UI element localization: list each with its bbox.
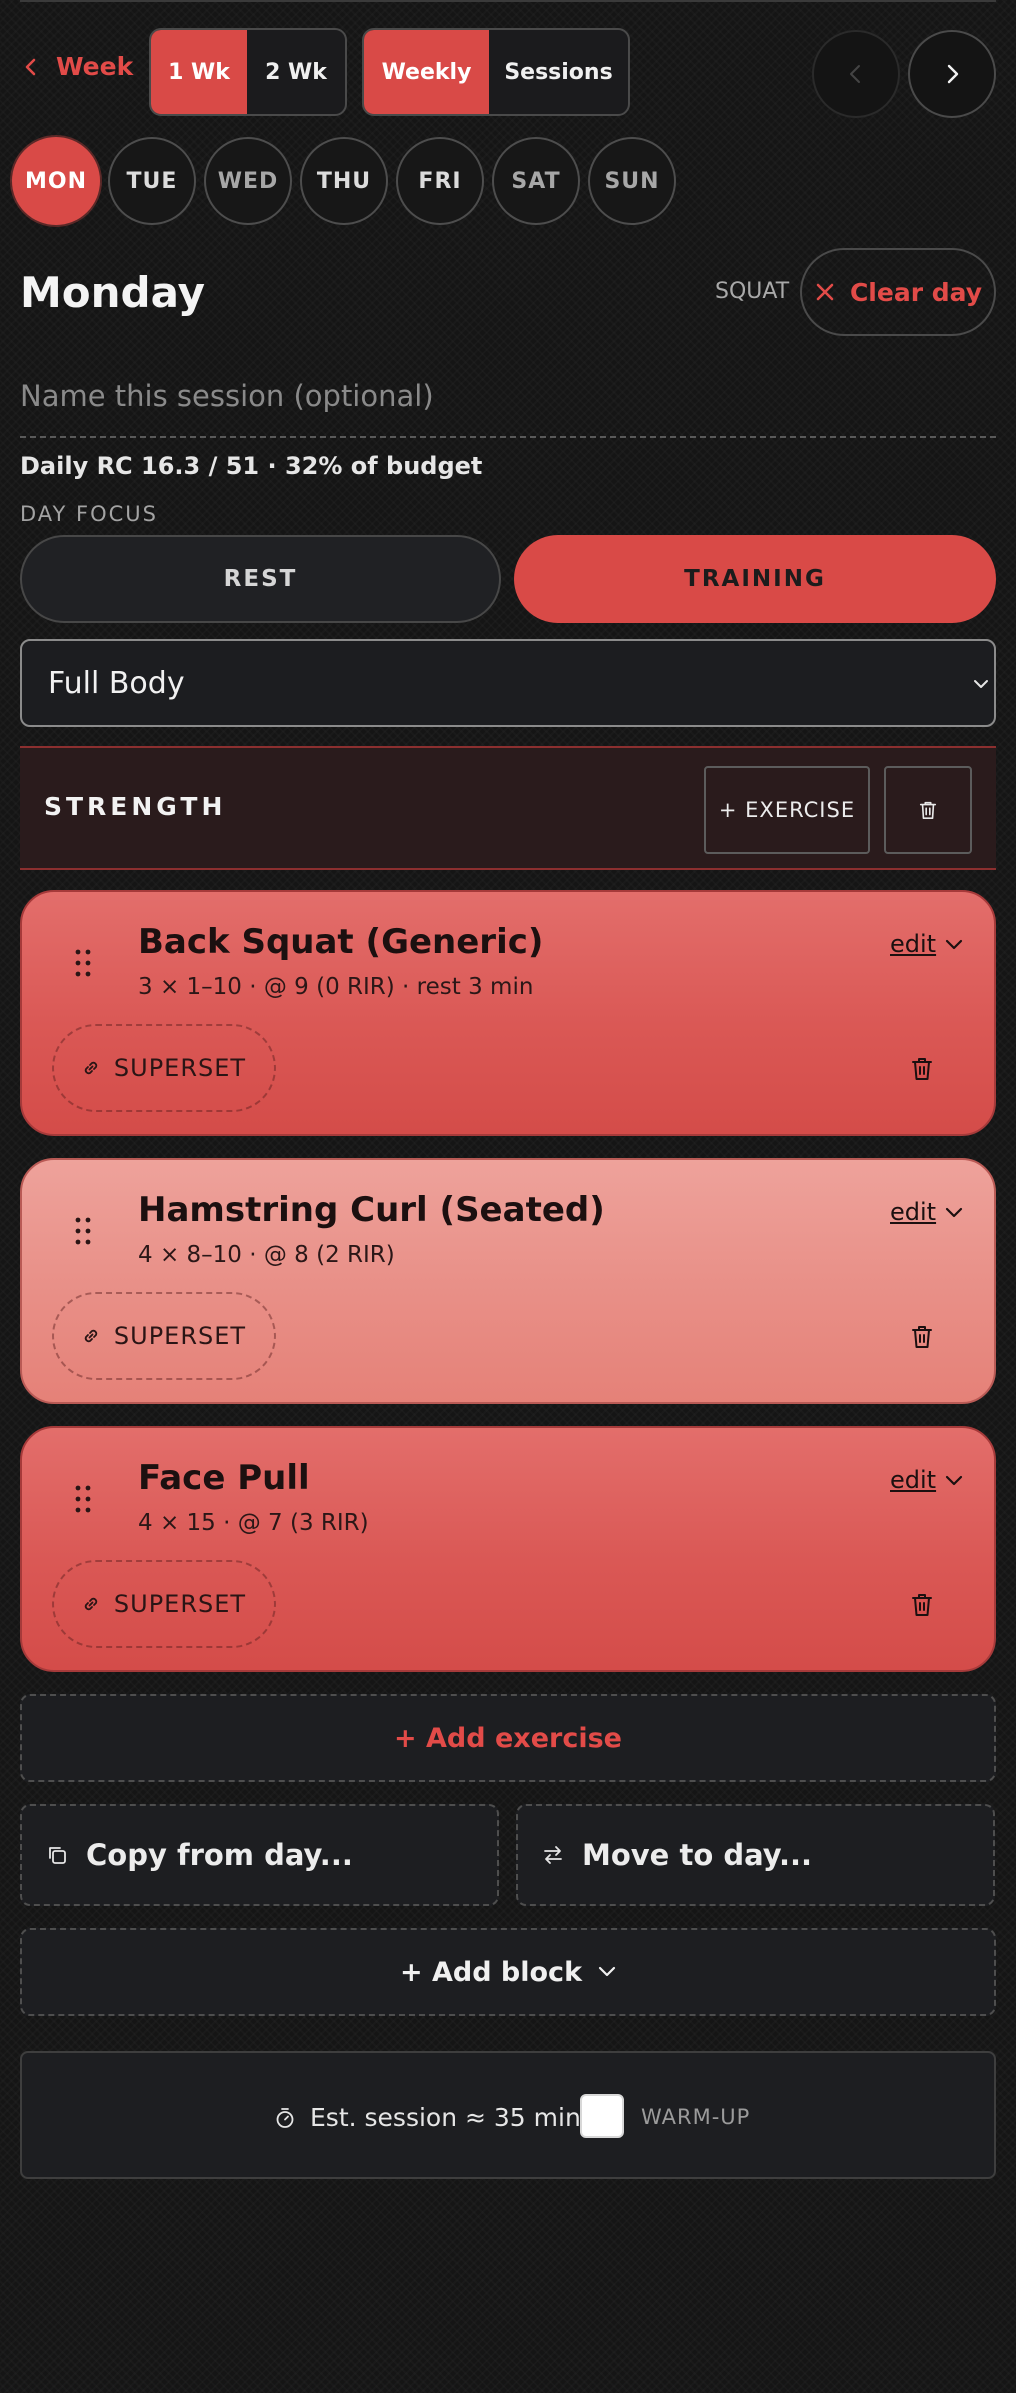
focus-rest-button[interactable]: REST: [20, 535, 501, 623]
drag-handle-icon[interactable]: [74, 1216, 92, 1246]
drag-handle-icon[interactable]: [74, 1484, 92, 1514]
copy-icon: [49, 1847, 66, 1864]
previous-day-button[interactable]: [812, 30, 900, 118]
chevron-down-icon[interactable]: [944, 938, 964, 952]
block-add-exercise-button[interactable]: + EXERCISE: [704, 766, 870, 854]
clear-day-label: Clear day: [849, 277, 983, 307]
span-2wk-option[interactable]: 2 Wk: [247, 30, 345, 114]
trash-icon[interactable]: [910, 1324, 934, 1350]
day-tag: SQUAT: [715, 279, 790, 304]
superset-button[interactable]: SUPERSET: [52, 1024, 276, 1112]
superset-label: SUPERSET: [113, 1322, 247, 1350]
exercise-detail: 3 × 1–10 · @ 9 (0 RIR) · rest 3 min: [138, 974, 534, 1000]
session-estimate-text: Est. session ≈ 35 min: [310, 2103, 581, 2132]
block-title: STRENGTH: [44, 792, 227, 821]
top-divider: [20, 0, 996, 2]
day-fri[interactable]: FRI: [396, 137, 484, 225]
exercise-card[interactable]: Face Pull 4 × 15 · @ 7 (3 RIR) edit SUPE…: [20, 1426, 996, 1672]
copy-from-day-button[interactable]: Copy from day...: [20, 1804, 499, 1906]
day-selector: MON TUE WED THU FRI SAT SUN: [12, 137, 676, 225]
copy-from-day-label: Copy from day...: [86, 1838, 353, 1872]
superset-label: SUPERSET: [113, 1590, 247, 1618]
chevron-down-icon[interactable]: [944, 1206, 964, 1220]
swap-icon: [544, 1846, 562, 1864]
edit-exercise-link[interactable]: edit: [890, 1198, 936, 1226]
view-sessions-option[interactable]: Sessions: [489, 30, 628, 114]
close-icon: [816, 283, 834, 301]
clear-day-button[interactable]: Clear day: [800, 248, 996, 336]
split-select-value: Full Body: [48, 665, 185, 701]
day-sat[interactable]: SAT: [492, 137, 580, 225]
split-select[interactable]: Full Body: [20, 639, 996, 727]
focus-training-button[interactable]: TRAINING: [514, 535, 996, 623]
daily-budget-text: Daily RC 16.3 / 51 · 32% of budget: [20, 452, 483, 480]
chevron-right-icon: [947, 64, 959, 84]
exercise-name: Hamstring Curl (Seated): [138, 1190, 605, 1230]
chevron-down-icon[interactable]: [944, 1474, 964, 1488]
session-name-input[interactable]: [20, 366, 996, 438]
next-day-button[interactable]: [908, 30, 996, 118]
exercise-name: Face Pull: [138, 1458, 310, 1498]
trash-icon[interactable]: [910, 1056, 934, 1082]
exercise-detail: 4 × 8–10 · @ 8 (2 RIR): [138, 1242, 395, 1268]
warmup-label: WARM-UP: [641, 2105, 751, 2129]
session-estimate: Est. session ≈ 35 min: [274, 2103, 581, 2132]
chevron-left-icon: [25, 58, 36, 75]
superset-button[interactable]: SUPERSET: [52, 1292, 276, 1380]
delete-block-button[interactable]: [884, 766, 972, 854]
move-to-day-button[interactable]: Move to day...: [516, 1804, 995, 1906]
day-sun[interactable]: SUN: [588, 137, 676, 225]
add-block-button[interactable]: + Add block: [20, 1928, 996, 2016]
add-exercise-button[interactable]: + Add exercise: [20, 1694, 996, 1782]
move-to-day-label: Move to day...: [582, 1838, 813, 1872]
back-week-label: Week: [56, 52, 134, 81]
view-mode-toggle: Weekly Sessions: [362, 28, 630, 116]
chevron-down-icon: [974, 680, 988, 688]
day-title: Monday: [20, 268, 206, 317]
link-icon: [84, 1597, 98, 1611]
exercise-detail: 4 × 15 · @ 7 (3 RIR): [138, 1510, 369, 1536]
view-weekly-option[interactable]: Weekly: [364, 30, 489, 114]
exercise-card[interactable]: Back Squat (Generic) 3 × 1–10 · @ 9 (0 R…: [20, 890, 996, 1136]
span-1wk-option[interactable]: 1 Wk: [151, 30, 247, 114]
exercise-name: Back Squat (Generic): [138, 922, 544, 962]
edit-exercise-link[interactable]: edit: [890, 930, 936, 958]
back-to-week-button[interactable]: Week: [22, 52, 133, 81]
trash-icon: [919, 801, 937, 819]
trash-icon[interactable]: [910, 1592, 934, 1618]
superset-button[interactable]: SUPERSET: [52, 1560, 276, 1648]
edit-exercise-link[interactable]: edit: [890, 1466, 936, 1494]
chevron-down-icon: [598, 1966, 616, 1977]
day-focus-label: DAY FOCUS: [20, 502, 159, 526]
chevron-left-icon: [850, 65, 860, 83]
day-mon[interactable]: MON: [12, 137, 100, 225]
warmup-checkbox[interactable]: [580, 2094, 624, 2138]
day-tue[interactable]: TUE: [108, 137, 196, 225]
stopwatch-icon: [276, 2107, 294, 2128]
add-block-label: + Add block: [399, 1956, 583, 1988]
day-wed[interactable]: WED: [204, 137, 292, 225]
session-footer: Est. session ≈ 35 min WARM-UP: [20, 2051, 996, 2179]
link-icon: [84, 1061, 98, 1075]
week-span-toggle: 1 Wk 2 Wk: [149, 28, 347, 116]
superset-label: SUPERSET: [113, 1054, 247, 1082]
strength-block-header: STRENGTH + EXERCISE: [20, 746, 996, 870]
drag-handle-icon[interactable]: [74, 948, 92, 978]
day-thu[interactable]: THU: [300, 137, 388, 225]
exercise-card[interactable]: Hamstring Curl (Seated) 4 × 8–10 · @ 8 (…: [20, 1158, 996, 1404]
header-bar: Week 1 Wk 2 Wk Weekly Sessions: [0, 28, 1016, 118]
link-icon: [84, 1329, 98, 1343]
